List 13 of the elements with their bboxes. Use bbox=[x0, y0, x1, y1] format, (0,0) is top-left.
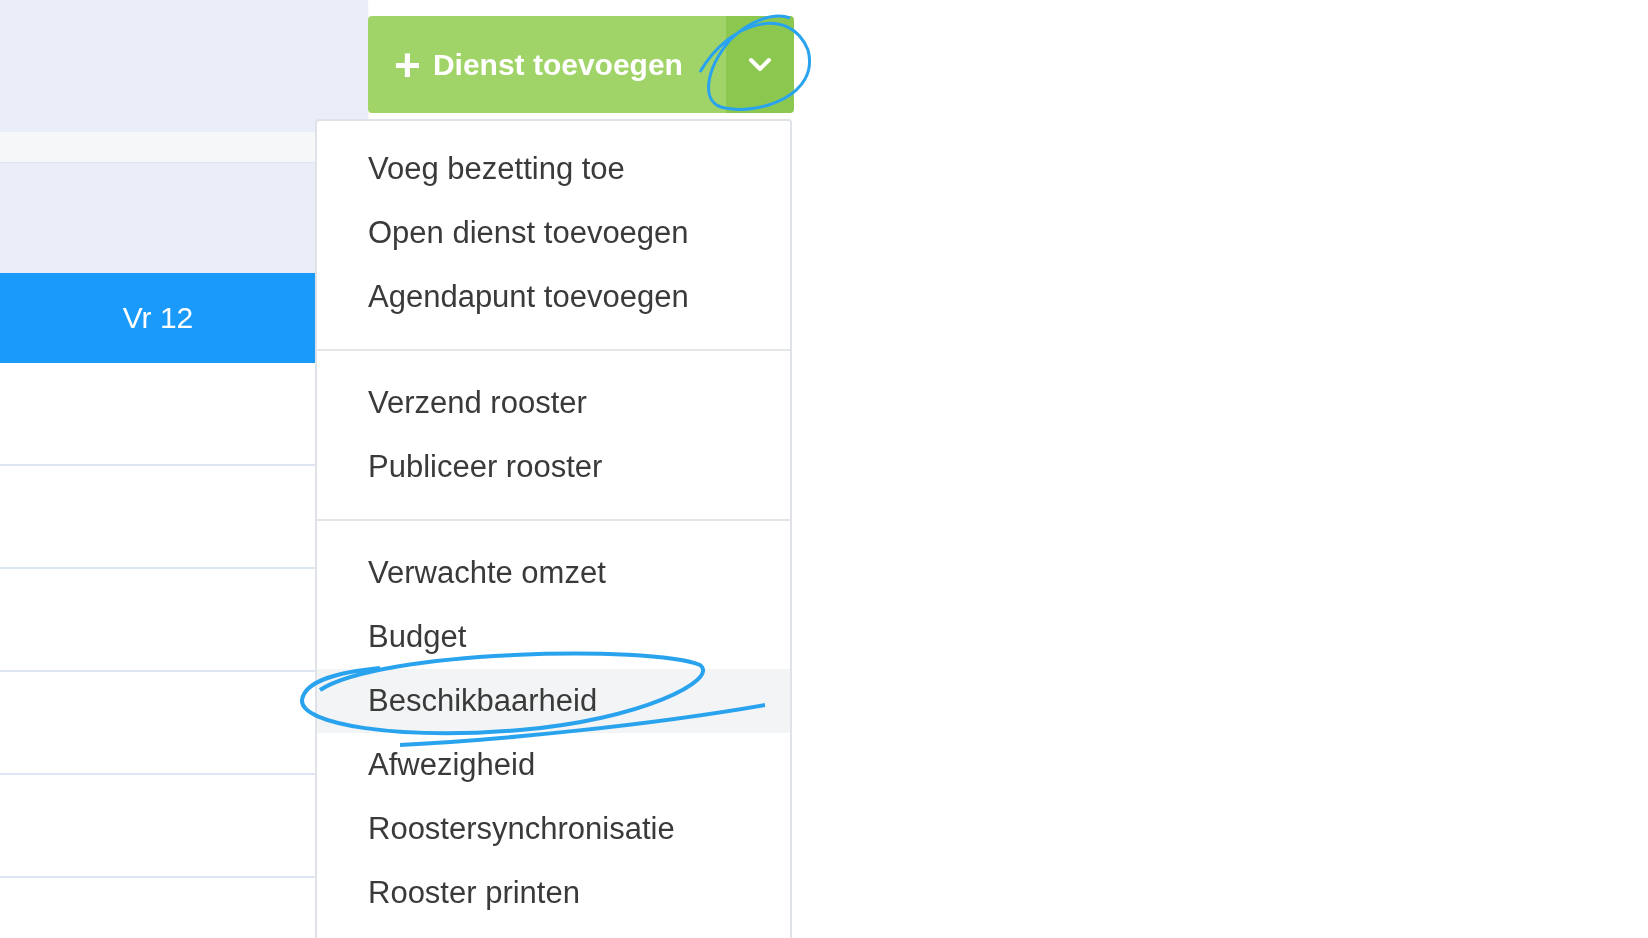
chevron-down-icon bbox=[748, 56, 772, 73]
menu-item[interactable]: Agendapunt toevoegen bbox=[317, 265, 790, 329]
menu-item[interactable]: Voeg bezetting toe bbox=[317, 137, 790, 201]
dropdown-toggle[interactable] bbox=[726, 16, 794, 113]
menu-item[interactable]: Verzend rooster bbox=[317, 371, 790, 435]
menu-item[interactable]: Open dienst toevoegen bbox=[317, 201, 790, 265]
menu-item[interactable]: Rooster printen bbox=[317, 861, 790, 925]
menu-item[interactable]: Roostersynchronisatie bbox=[317, 797, 790, 861]
menu-item[interactable]: Budget bbox=[317, 605, 790, 669]
menu-item[interactable]: Verwachte omzet bbox=[317, 541, 790, 605]
menu-item[interactable]: Publiceer rooster bbox=[317, 435, 790, 499]
menu-item[interactable]: Beschikbaarheid bbox=[317, 669, 790, 733]
menu-item[interactable]: Afwezigheid bbox=[317, 733, 790, 797]
